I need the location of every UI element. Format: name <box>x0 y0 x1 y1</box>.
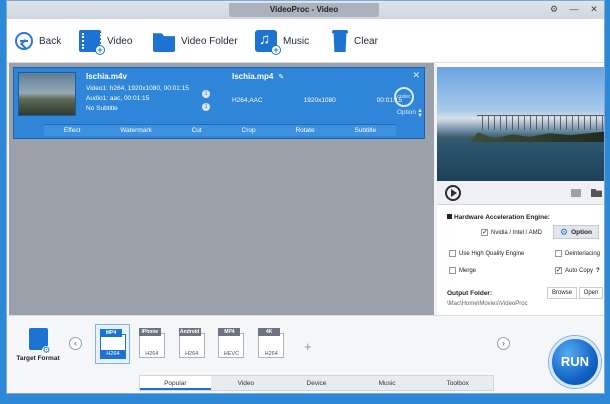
open-button[interactable]: Open <box>579 287 603 299</box>
minimize-icon[interactable]: — <box>568 3 580 15</box>
add-video-button[interactable]: + Video <box>79 29 133 55</box>
format-iphone-h264[interactable]: iPhone H264 <box>135 324 170 364</box>
effect-tool[interactable]: Effect <box>64 127 81 134</box>
music-label: Music <box>283 35 310 47</box>
tab-device[interactable]: Device <box>281 376 352 390</box>
tab-music[interactable]: Music <box>352 376 423 390</box>
output-folder-label: Output Folder: <box>447 290 493 297</box>
reorder-arrows[interactable]: ▲ ▼ <box>417 108 423 119</box>
format-category-tabs: Popular Video Device Music Toolbox <box>139 375 494 391</box>
add-music-button[interactable]: + Music <box>255 29 310 55</box>
format-android-h264[interactable]: Android H264 <box>175 324 210 364</box>
output-codec: H264,AAC <box>232 97 263 104</box>
output-specs: H264,AAC 1920x1080 00:01:15 <box>232 97 402 104</box>
back-label: Back <box>39 35 62 47</box>
output-path: \Mac\Home\Movies\VideoProc <box>447 301 528 307</box>
codec-option-icon[interactable]: codec <box>394 87 414 107</box>
video-file-card[interactable]: ✕ Ischia.m4v Video1: h264, 1920x1080, 00… <box>13 67 425 139</box>
tab-video[interactable]: Video <box>211 376 282 390</box>
high-quality-checkbox[interactable]: Use High Quality Engine <box>449 250 524 257</box>
snapshot-icon[interactable] <box>571 189 581 197</box>
remove-file-icon[interactable]: ✕ <box>412 70 420 81</box>
target-format-button[interactable]: Target Format <box>14 328 62 362</box>
close-window-icon[interactable]: ✕ <box>588 3 600 15</box>
preview-window <box>437 67 604 181</box>
back-icon <box>15 32 33 50</box>
music-icon: + <box>255 30 281 55</box>
codec-option-label[interactable]: Option <box>397 109 416 116</box>
merge-checkbox[interactable]: Merge <box>449 267 476 274</box>
run-button[interactable]: RUN <box>549 336 601 388</box>
edit-name-icon[interactable]: ✎ <box>278 74 284 81</box>
track-selectors: 1 1 <box>202 90 222 116</box>
auto-copy-checkbox[interactable]: Auto Copy ? <box>555 266 600 274</box>
source-file-name: Ischia.m4v <box>86 72 127 81</box>
output-resolution: 1920x1080 <box>303 97 336 104</box>
settings-panel: Hardware Acceleration Engine: Nvidia / I… <box>437 63 604 315</box>
deinterlacing-checkbox[interactable]: Deinterlacing <box>555 250 600 257</box>
video-folder-label: Video Folder <box>181 35 238 47</box>
tab-toolbox[interactable]: Toolbox <box>422 376 493 390</box>
crop-tool[interactable]: Crop <box>242 127 256 134</box>
subtitle-info: No Subtitle <box>86 105 118 112</box>
format-prev-button[interactable]: ‹ <box>69 337 82 350</box>
help-icon[interactable]: ? <box>596 268 600 274</box>
clear-label: Clear <box>354 35 378 47</box>
app-window: VideoProc - Video ⚙ — ✕ Back + Video Vid… <box>6 0 605 394</box>
subtitle-tool[interactable]: Subtitle <box>354 127 376 134</box>
clear-button[interactable]: Clear <box>329 29 378 53</box>
format-mp4-h264[interactable]: MP4 H264 <box>95 324 130 364</box>
video-label: Video <box>107 35 133 47</box>
format-list: MP4 H264 iPhone H264 Android H264 MP4 HE… <box>95 324 289 368</box>
gpu-acceleration-checkbox[interactable]: Nvidia / Intel / AMD <box>481 228 542 236</box>
title-bar: VideoProc - Video ⚙ — ✕ <box>7 1 604 19</box>
play-icon[interactable] <box>445 185 461 201</box>
source-info: Ischia.m4v Video1: h264, 1920x1080, 00:0… <box>86 72 216 115</box>
audio-track-info: Audio1: aac, 00:01:15 <box>86 95 150 102</box>
preview-sea <box>437 142 604 181</box>
video-track-info: Video1: h264, 1920x1080, 00:01:15 <box>86 85 189 92</box>
output-file-name: Ischia.mp4 <box>232 72 274 81</box>
format-mp4-hevc[interactable]: MP4 HEVC <box>214 324 249 364</box>
target-format-area: Target Format ‹ MP4 H264 iPhone H264 And… <box>7 315 604 393</box>
audio-track-dropdown[interactable]: 1 <box>202 103 210 111</box>
tab-popular[interactable]: Popular <box>140 376 211 390</box>
video-track-dropdown[interactable]: 1 <box>202 90 210 98</box>
watermark-tool[interactable]: Watermark <box>120 127 152 134</box>
open-folder-icon[interactable] <box>591 189 602 197</box>
folder-icon <box>153 33 175 52</box>
hardware-accel-title: Hardware Acceleration Engine: <box>447 214 550 221</box>
browse-button[interactable]: Browse <box>547 287 577 299</box>
format-next-button[interactable]: › <box>497 337 510 350</box>
file-list-area: ✕ Ischia.m4v Video1: h264, 1920x1080, 00… <box>9 63 434 315</box>
rotate-tool[interactable]: Rotate <box>295 127 314 134</box>
video-icon: + <box>79 30 105 55</box>
accel-option-button[interactable]: ⚙ Option <box>553 225 599 239</box>
video-thumbnail[interactable] <box>18 72 76 116</box>
cut-tool[interactable]: Cut <box>192 127 202 134</box>
output-info: Ischia.mp4 ✎ <box>232 72 402 81</box>
window-controls: ⚙ — ✕ <box>548 3 600 15</box>
window-title: VideoProc - Video <box>229 3 379 17</box>
edit-toolbar: Effect Watermark Cut Crop Rotate Subtitl… <box>44 124 396 136</box>
preview-railing <box>477 115 604 130</box>
format-4k-h264[interactable]: 4K H264 <box>254 324 289 364</box>
add-video-folder-button[interactable]: Video Folder <box>153 29 238 53</box>
trash-icon <box>332 30 348 52</box>
add-format-icon[interactable]: + <box>304 339 312 354</box>
preview-controls <box>437 181 604 205</box>
main-toolbar: Back + Video Video Folder + Music Clear <box>7 19 604 63</box>
gear-icon: ⚙ <box>559 226 569 237</box>
back-button[interactable]: Back <box>15 29 61 53</box>
settings-icon[interactable]: ⚙ <box>548 3 560 15</box>
target-format-icon <box>28 328 51 355</box>
